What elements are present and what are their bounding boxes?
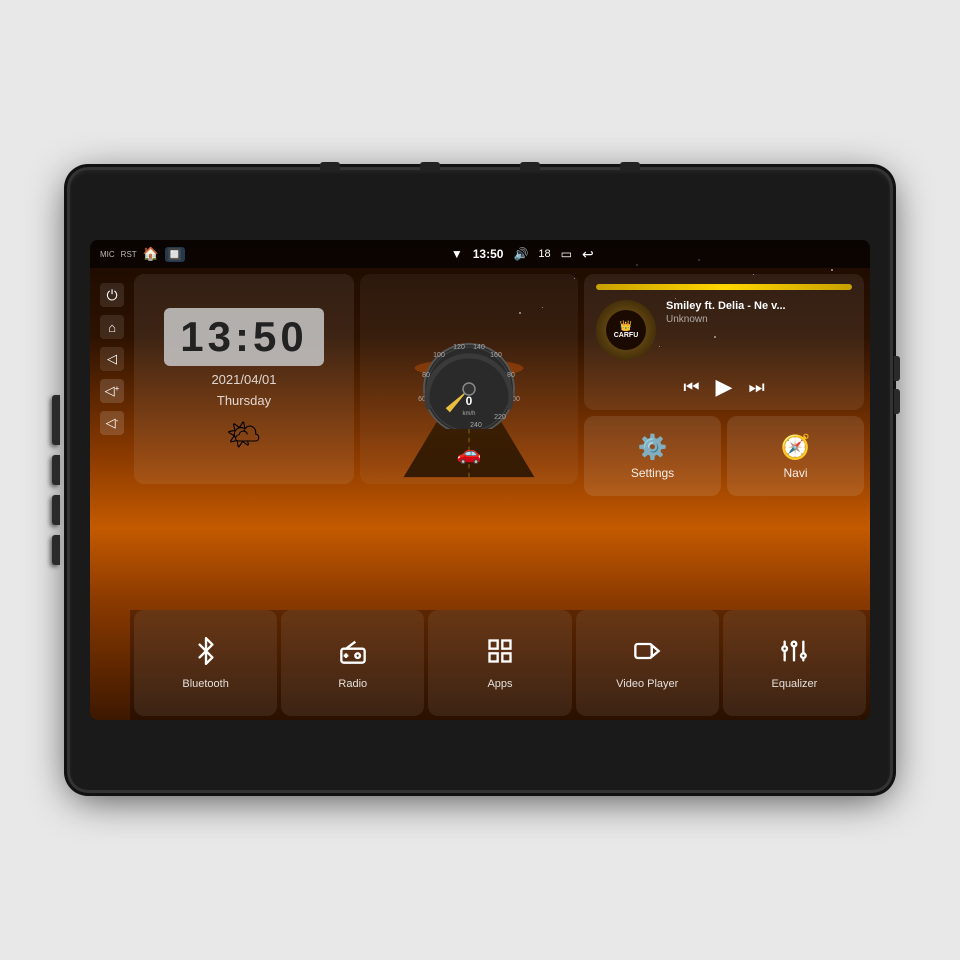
navi-arrow-icon: 🧭 <box>781 433 811 462</box>
settings-gear-icon: ⚙️ <box>638 433 668 462</box>
svg-text:160: 160 <box>490 352 502 359</box>
car-icon: 🚗 <box>457 441 482 466</box>
svg-text:140: 140 <box>473 344 485 351</box>
wifi-icon: ▼ <box>451 247 463 261</box>
bluetooth-icon <box>192 637 220 672</box>
settings-label: Settings <box>631 466 674 480</box>
dock-apps[interactable]: Apps <box>428 610 571 716</box>
apps-status-icon[interactable]: 🔲 <box>165 247 185 262</box>
album-art-inner: 👑 CARFU <box>606 310 646 350</box>
status-center: ▼ 13:50 🔊 18 ▭ ↩ <box>185 246 860 263</box>
sidebar-back-icon[interactable]: ◁ <box>100 347 124 371</box>
right-btn-1[interactable] <box>894 356 900 381</box>
right-btn-2[interactable] <box>894 389 900 414</box>
equalizer-label: Equalizer <box>771 678 817 690</box>
apps-icon <box>486 637 514 672</box>
svg-text:0: 0 <box>466 394 473 408</box>
svg-text:240: 240 <box>470 422 482 429</box>
top-row: 13:50 2021/04/01 Thursday 🌤 <box>134 274 864 484</box>
apps-label: Apps <box>487 678 512 690</box>
weather-icon: 🌤 <box>226 418 262 451</box>
next-button[interactable]: ⏭ <box>748 377 764 398</box>
bluetooth-label: Bluetooth <box>182 678 228 690</box>
carfu-logo: CARFU <box>614 332 639 339</box>
screen-bezel: MIC RST 🏠 🔲 ▼ 13:50 🔊 18 ▭ ↩ ⏻ <box>90 240 870 720</box>
battery-icon: ▭ <box>561 247 572 261</box>
status-bar: MIC RST 🏠 🔲 ▼ 13:50 🔊 18 ▭ ↩ <box>90 240 870 268</box>
rst-label: RST <box>121 250 137 259</box>
top-mounts <box>320 162 640 172</box>
music-controls: ⏮ ▶ ⏭ <box>596 374 852 400</box>
right-column: 👑 CARFU Smiley ft. Delia - Ne v... Unkno… <box>584 274 864 484</box>
clock-display: 13:50 <box>164 308 323 366</box>
video-icon <box>633 637 661 672</box>
side-buttons-left <box>52 395 60 565</box>
sidebar-power-icon[interactable]: ⏻ <box>100 283 124 307</box>
radio-label: Radio <box>338 678 367 690</box>
svg-text:220: 220 <box>494 414 506 421</box>
side-btn-power[interactable] <box>52 395 60 445</box>
clock-day: Thursday <box>217 393 271 408</box>
sidebar-vol-down-icon[interactable]: ◁+ <box>100 379 124 403</box>
play-button[interactable]: ▶ <box>716 374 733 400</box>
gauge-svg: 60 80 100 120 140 160 180 200 220 240 <box>404 329 534 429</box>
music-artist: Unknown <box>666 314 852 325</box>
prev-button[interactable]: ⏮ <box>683 377 699 398</box>
volume-icon: 🔊 <box>513 247 528 261</box>
sidebar-vol-up-icon[interactable]: ◁- <box>100 411 124 435</box>
side-btn-2[interactable] <box>52 495 60 525</box>
mic-label: MIC <box>100 250 115 259</box>
clock-date: 2021/04/01 <box>211 372 276 387</box>
device-shell: MIC RST 🏠 🔲 ▼ 13:50 🔊 18 ▭ ↩ ⏻ <box>70 170 890 790</box>
speedometer-widget: 60 80 100 120 140 160 180 200 220 240 <box>360 274 578 484</box>
side-btn-3[interactable] <box>52 535 60 565</box>
back-icon[interactable]: ↩ <box>582 246 594 263</box>
music-top: 👑 CARFU Smiley ft. Delia - Ne v... Unkno… <box>596 300 852 360</box>
clock-widget: 13:50 2021/04/01 Thursday 🌤 <box>134 274 354 484</box>
music-info: Smiley ft. Delia - Ne v... Unknown <box>666 300 852 325</box>
dock-bluetooth[interactable]: Bluetooth <box>134 610 277 716</box>
radio-icon <box>339 637 367 672</box>
dock-radio[interactable]: Radio <box>281 610 424 716</box>
sidebar-home-icon[interactable]: ⌂ <box>100 315 124 339</box>
status-time: 13:50 <box>473 247 504 261</box>
speedo-container: 60 80 100 120 140 160 180 200 220 240 <box>404 329 534 429</box>
settings-button[interactable]: ⚙️ Settings <box>584 416 721 496</box>
music-ribbon <box>596 284 852 290</box>
music-title: Smiley ft. Delia - Ne v... <box>666 300 852 312</box>
left-sidebar: ⏻ ⌂ ◁ ◁+ ◁- <box>98 275 126 720</box>
bottom-dock: Bluetooth Radio Apps Video Player <box>130 610 870 720</box>
album-art: 👑 CARFU <box>596 300 656 360</box>
navi-label: Navi <box>783 466 807 480</box>
dock-equalizer[interactable]: Equalizer <box>723 610 866 716</box>
status-left: MIC RST 🏠 🔲 <box>100 246 185 262</box>
svg-text:80: 80 <box>422 372 430 379</box>
svg-text:km/h: km/h <box>462 411 475 417</box>
settings-navi-row: ⚙️ Settings 🧭 Navi <box>584 416 864 496</box>
dock-video-player[interactable]: Video Player <box>576 610 719 716</box>
music-widget: 👑 CARFU Smiley ft. Delia - Ne v... Unkno… <box>584 274 864 410</box>
side-btn-1[interactable] <box>52 455 60 485</box>
svg-text:100: 100 <box>433 352 445 359</box>
volume-level: 18 <box>538 248 550 260</box>
navi-button[interactable]: 🧭 Navi <box>727 416 864 496</box>
home-status-icon[interactable]: 🏠 <box>143 246 159 262</box>
side-buttons-right <box>894 356 900 414</box>
screen: MIC RST 🏠 🔲 ▼ 13:50 🔊 18 ▭ ↩ ⏻ <box>90 240 870 720</box>
equalizer-icon <box>780 637 808 672</box>
svg-text:120: 120 <box>453 344 465 351</box>
video-label: Video Player <box>616 678 678 690</box>
